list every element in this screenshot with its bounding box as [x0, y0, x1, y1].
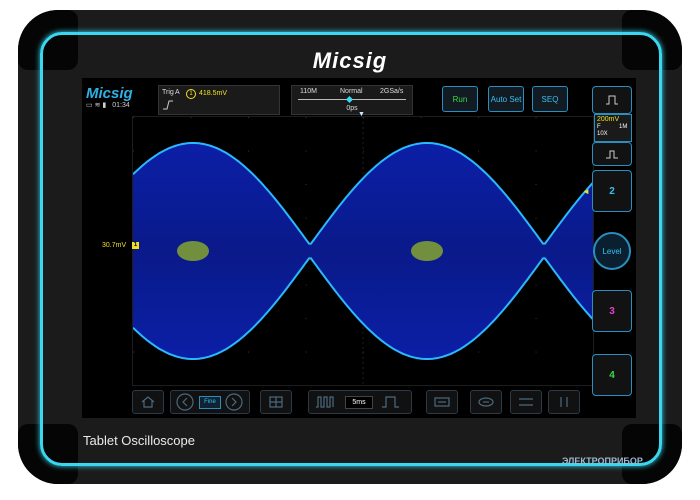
device-caption: Tablet Oscilloscope — [83, 433, 195, 448]
square-wave-icon — [606, 95, 618, 105]
timebase-decrease-icon[interactable] — [315, 395, 335, 409]
measure-button[interactable] — [260, 390, 292, 414]
ch1-offset-value: 30.7mV — [102, 242, 127, 249]
ch1-coupling: F — [597, 124, 601, 130]
channel-2-button[interactable]: 2 — [592, 170, 632, 212]
sample-rate: 2GSa/s — [380, 88, 404, 95]
zoom-button[interactable] — [470, 390, 502, 414]
rising-edge-icon — [163, 100, 173, 110]
trigger-channel-icon: 1 — [186, 89, 196, 99]
ch1-impedance: 1M — [619, 124, 628, 130]
system-status: ▭ ≋ ▮ 01:34 — [86, 101, 130, 109]
ch1-scale: 200mV — [597, 116, 620, 123]
scope-screen: Micsig ▭ ≋ ▮ 01:34 Trig A 1 418.5mV 110M… — [82, 78, 636, 418]
vertical-cursor-button[interactable] — [548, 390, 580, 414]
horizontal-lines-icon — [519, 398, 533, 406]
memory-depth: 110M — [300, 88, 317, 95]
channel-4-button[interactable]: 4 — [592, 354, 632, 396]
home-icon — [141, 396, 155, 408]
watermark-text: ЭЛЕКТРОПРИБОР — [562, 456, 643, 466]
acquisition-mode: Normal — [340, 88, 363, 95]
app-logo: Micsig — [86, 85, 133, 102]
cursor-button[interactable] — [426, 390, 458, 414]
waveform-plot — [133, 117, 593, 385]
zoom-icon — [478, 397, 494, 407]
vertical-lines-icon — [560, 397, 568, 407]
ch1-settings-panel[interactable]: 200mV F 1M 10X — [594, 114, 632, 142]
channel-3-button[interactable]: 3 — [592, 290, 632, 332]
tablet-device: Micsig Tablet Oscilloscope Micsig ▭ ≋ ▮ … — [18, 10, 682, 484]
trigger-level: 418.5mV — [199, 90, 228, 97]
timebase-increase-icon[interactable] — [381, 395, 401, 409]
grid-icon — [269, 396, 283, 408]
waveform-node — [177, 241, 209, 261]
horizontal-cursor-button[interactable] — [510, 390, 542, 414]
knob-right-icon[interactable] — [223, 391, 245, 413]
device-brand: Micsig — [312, 48, 388, 73]
cursor-icon — [434, 397, 450, 407]
clock-time: 01:34 — [112, 102, 130, 109]
trigger-level-marker[interactable]: ◄ — [582, 187, 590, 196]
auto-set-button[interactable]: Auto Set — [488, 86, 524, 112]
trigger-panel[interactable]: Trig A 1 418.5mV — [158, 85, 280, 115]
timebase-value: 5ms — [345, 396, 373, 409]
waveform-node — [411, 241, 443, 261]
run-button[interactable]: Run — [442, 86, 478, 112]
ch1-probe-ratio: 10X — [597, 131, 608, 137]
home-button[interactable] — [132, 390, 164, 414]
pulse-icon — [606, 150, 618, 159]
waveform-display[interactable] — [132, 116, 594, 386]
battery-icon: ▮ — [102, 102, 107, 109]
adjust-knob-group: Fine — [170, 390, 250, 414]
horizontal-delay: 0ps — [346, 105, 358, 112]
trigger-label: Trig — [162, 89, 174, 96]
level-button[interactable]: Level — [593, 232, 631, 270]
wifi-icon: ≋ — [94, 102, 101, 109]
fine-button[interactable]: Fine — [199, 396, 221, 409]
knob-left-icon[interactable] — [174, 391, 196, 413]
waveform-menu-button[interactable] — [592, 86, 632, 114]
trigger-source: A — [175, 89, 180, 96]
seq-button[interactable]: SEQ — [532, 86, 568, 112]
acquisition-panel[interactable]: 110M Normal 2GSa/s 0ps — [291, 85, 413, 115]
monitor-icon: ▭ — [86, 102, 93, 109]
pulse-menu-button[interactable] — [592, 142, 632, 166]
memory-position-marker — [345, 95, 354, 104]
ch1-offset-marker[interactable]: 1 — [132, 242, 139, 249]
timebase-group: 5ms — [308, 390, 412, 414]
